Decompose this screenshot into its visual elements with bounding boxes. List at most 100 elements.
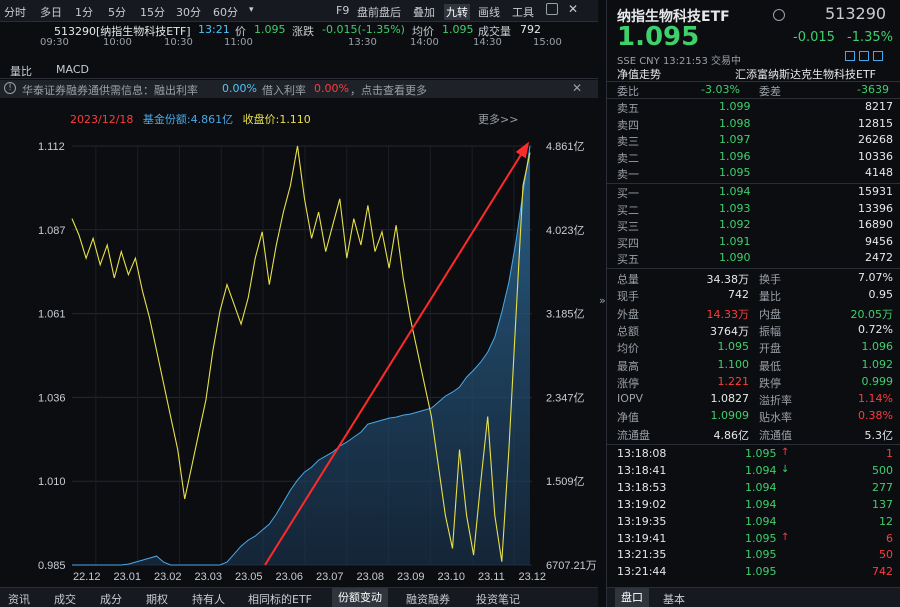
period-button-5min[interactable]: 5分: [108, 4, 126, 20]
x-axis-tick: 23.12: [519, 571, 547, 583]
left-axis-tick: 1.061: [38, 309, 66, 321]
bid-level-row[interactable]: 买五 1.090 2472: [607, 251, 900, 267]
draw-line-button[interactable]: 画线: [478, 4, 500, 20]
stat-value: 1.221: [717, 374, 750, 388]
trade-price: 1.094: [745, 463, 777, 477]
ask-level-row[interactable]: 卖一 1.095 4148: [607, 166, 900, 182]
x-axis-tick: 23.07: [316, 571, 344, 583]
f9-button[interactable]: F9: [336, 4, 349, 17]
bid-price: 1.094: [719, 185, 751, 198]
tab-news[interactable]: 资讯: [8, 591, 30, 607]
weibi-value: -3.03%: [701, 83, 740, 96]
tab-notes[interactable]: 投资笔记: [476, 591, 520, 607]
trend-label[interactable]: 净值走势: [617, 66, 661, 82]
trade-tick-row: 13:18:41 1.094 ↓ 500: [607, 464, 900, 480]
right-axis-tick: 6707.21万: [546, 560, 597, 572]
stats-row: 总量 34.38万 换手 7.07%: [607, 271, 900, 287]
period-button-fenshi[interactable]: 分时: [4, 4, 26, 20]
stat-label: 跌停: [759, 376, 781, 390]
tab-basic[interactable]: 基本: [663, 591, 685, 607]
x-axis-tick: 23.01: [114, 571, 142, 583]
stats-row: 流通盘 4.86亿 流通值 5.3亿: [607, 427, 900, 443]
expand-icon[interactable]: [859, 51, 869, 61]
stat-value: 1.0909: [710, 409, 750, 423]
plus-icon[interactable]: [845, 51, 855, 61]
notice-rate-1: 0.00%: [222, 82, 257, 95]
tab-share-change[interactable]: 份额变动: [332, 588, 388, 607]
tab-margin[interactable]: 融资融券: [406, 591, 450, 607]
stats-row: 涨停 1.221 跌停 0.999: [607, 375, 900, 391]
trade-tick-row: 13:19:41 1.095 ↑ 6: [607, 532, 900, 548]
fund-full-name: 汇添富纳斯达克生物科技ETF: [735, 68, 876, 81]
time-tick: 11:00: [224, 37, 253, 48]
stats-row: 外盘 14.33万 内盘 20.05万: [607, 306, 900, 322]
close-icon[interactable]: ✕: [568, 2, 578, 16]
ask-level-row[interactable]: 卖四 1.098 12815: [607, 117, 900, 133]
jiuzhuan-button[interactable]: 九转: [444, 4, 470, 20]
tab-options[interactable]: 期权: [146, 591, 168, 607]
period-button-60min[interactable]: 60分: [213, 4, 238, 20]
bid-label: 买四: [617, 236, 639, 250]
stat-value: 34.38万: [706, 273, 750, 286]
period-button-30min[interactable]: 30分: [176, 4, 201, 20]
stat-label: 溢折率: [759, 394, 792, 408]
stat-value: 0.72%: [858, 322, 893, 336]
bid-level-row[interactable]: 买四 1.091 9456: [607, 235, 900, 251]
ask-level-row[interactable]: 卖五 1.099 8217: [607, 100, 900, 116]
more-periods-dropdown-icon[interactable]: ▾: [249, 5, 254, 15]
window-icon[interactable]: [546, 3, 558, 15]
trade-tick-row: 13:21:44 1.095 742: [607, 565, 900, 581]
overlay-button[interactable]: 叠加: [413, 4, 435, 20]
margin-notice-bar[interactable]: ! 华泰证券融券通供需信息：融出利率 0.00% 借入利率 0.00% ，点击查…: [0, 80, 598, 98]
ask-level-row[interactable]: 卖二 1.096 10336: [607, 150, 900, 166]
trade-price: 1.095: [745, 531, 777, 545]
trade-price: 1.094: [745, 497, 777, 511]
info-time: 13:21: [198, 23, 230, 36]
weicha-label: 委差: [759, 85, 781, 98]
bid-level-row[interactable]: 买二 1.093 13396: [607, 202, 900, 218]
bid-label: 买五: [617, 253, 639, 266]
left-axis-tick: 1.010: [38, 476, 66, 488]
info-row: 513290[纳指生物科技ETF] 13:21 价 1.095 涨跌 -0.01…: [0, 22, 598, 38]
ask-level-row[interactable]: 卖三 1.097 26268: [607, 133, 900, 149]
grid-icon[interactable]: [873, 51, 883, 61]
trade-price: 1.095: [745, 548, 777, 562]
notice-rate-2: 0.00%: [314, 82, 349, 95]
period-button-15min[interactable]: 15分: [140, 4, 165, 20]
tab-components[interactable]: 成分: [100, 591, 122, 607]
trade-time: 13:18:41: [617, 463, 667, 477]
stat-label: 净值: [617, 411, 639, 425]
more-link[interactable]: 更多>>: [478, 111, 518, 127]
tab-holders[interactable]: 持有人: [192, 591, 225, 607]
collapse-arrow-icon[interactable]: »: [599, 294, 606, 307]
bid-level-row[interactable]: 买三 1.092 16890: [607, 218, 900, 234]
tab-liangbi[interactable]: 量比: [10, 63, 32, 79]
trade-volume: 6: [886, 531, 893, 545]
notice-close-icon[interactable]: ✕: [572, 81, 582, 95]
period-button-1min[interactable]: 1分: [75, 4, 93, 20]
bid-level-row[interactable]: 买一 1.094 15931: [607, 185, 900, 201]
stats-row: IOPV 1.0827 溢折率 1.14%: [607, 392, 900, 408]
chart-legend: 2023/12/18 基金份额:4.861亿 收盘价:1.110: [70, 111, 311, 127]
premarket-button[interactable]: 盘前盘后: [357, 4, 401, 20]
tab-trades[interactable]: 成交: [54, 591, 76, 607]
period-button-multiday[interactable]: 多日: [40, 4, 62, 20]
trade-volume: 50: [879, 548, 893, 562]
tab-macd[interactable]: MACD: [56, 63, 89, 76]
tab-pankou[interactable]: 盘口: [615, 588, 649, 607]
trade-time: 13:19:41: [617, 531, 667, 545]
legend-fund-share: 基金份额:4.861亿: [142, 113, 234, 126]
quote-panel: 纳指生物科技ETF 513290 1.095 -0.015 -1.35% SSE…: [606, 0, 900, 607]
indicator-tabs: 量比 MACD: [0, 62, 598, 79]
trade-time: 13:18:08: [617, 447, 667, 460]
bottom-tabs: 资讯 成交 成分 期权 持有人 相同标的ETF 份额变动 融资融券 投资笔记: [0, 587, 598, 607]
tab-same-etf[interactable]: 相同标的ETF: [248, 591, 312, 607]
tools-button[interactable]: 工具: [512, 4, 534, 20]
left-axis-tick: 0.985: [38, 560, 66, 572]
bid-volume: 2472: [865, 251, 893, 264]
quote-meta: SSE CNY 13:21:53 交易中: [617, 56, 742, 67]
time-tick: 09:30: [40, 37, 69, 48]
settings-circle-icon[interactable]: [773, 9, 785, 21]
ask-label: 卖四: [617, 118, 639, 132]
trade-time: 13:21:44: [617, 565, 667, 579]
